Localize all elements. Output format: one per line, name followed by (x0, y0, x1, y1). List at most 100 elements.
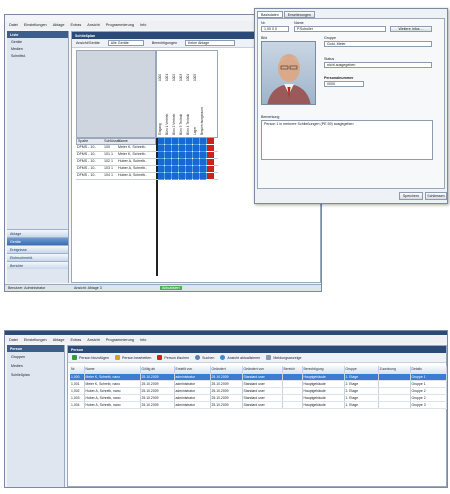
search-button[interactable]: Suchen (195, 355, 214, 360)
tab-erweiterungen[interactable]: Erweiterungen (283, 11, 315, 18)
sidebar-header: Person (7, 345, 64, 352)
messages-button[interactable]: Meldungsanzeige (266, 355, 301, 360)
col-head-eingang: Eingang (158, 123, 162, 135)
menu-datei[interactable]: Datei (9, 338, 18, 342)
message-icon (266, 355, 272, 360)
close-button[interactable]: Schliessen (425, 192, 447, 200)
col-header-schluessel: Schlüssel (104, 139, 120, 143)
refresh-button[interactable]: Ansicht aktualisieren (220, 355, 260, 360)
nav-ablage[interactable]: Ablage (7, 229, 68, 237)
add-person-button[interactable]: Person hinzufügen (72, 355, 109, 360)
col-head-1004: 1004 (186, 73, 190, 81)
menu-ansicht[interactable]: Ansicht (87, 338, 99, 342)
table-row[interactable]: 1,000 Meier K, Schreib, nano 25.10.2009 adm… (70, 373, 447, 381)
bottom-menubar: Datei Einstellungen Ablage Extras Ansich… (5, 336, 447, 343)
nr-label: Nr. (261, 21, 266, 25)
menu-info[interactable]: Info (140, 338, 146, 342)
view-label: Ansicht/Geräte (76, 41, 100, 45)
permission-label: Berechtigungen (151, 41, 177, 45)
person-photo-portrait (267, 54, 311, 104)
nav-berichte[interactable]: Berichte (7, 261, 68, 269)
edit-person-button[interactable]: Person bearbeiten (114, 355, 151, 360)
col-head-buero2: Büro 2 Vertrieb (172, 113, 176, 135)
menu-datei[interactable]: Datei (9, 23, 18, 27)
nav-einbruchmeldung[interactable]: Einbruchmeld. (7, 253, 68, 261)
sidebar-item-gruppen[interactable]: Gruppen (7, 352, 64, 361)
col-berechtigung[interactable]: Berechtigung (302, 366, 345, 374)
menu-einstellungen[interactable]: Einstellungen (24, 23, 47, 27)
bottom-main: Person Person hinzufügen Person bearbeit… (67, 345, 447, 487)
sidebar-item-medien[interactable]: Medien (7, 45, 68, 52)
menu-programmierung[interactable]: Programmierung (106, 23, 134, 27)
permission-cells[interactable] (158, 138, 214, 180)
permission-select[interactable]: Keine Ablage (184, 40, 235, 46)
col-name[interactable]: Name (84, 366, 141, 374)
notes-label: Bemerkung (261, 115, 280, 119)
col-details[interactable]: Details (410, 366, 447, 374)
col-head-1005: 1005 (193, 73, 197, 81)
name-label: Name (294, 21, 304, 25)
delete-person-button[interactable]: Person löschen (157, 355, 189, 360)
person-photo[interactable] (261, 41, 316, 105)
bild-label: Bild (261, 36, 267, 40)
table-row[interactable]: 1,004 Huber A, Schreib, nano 25.10.2009 adm… (70, 401, 447, 409)
col-head-buero4: Büro 4 Technik (186, 113, 190, 135)
delete-icon (157, 355, 163, 360)
tab-basisdaten[interactable]: Basisdaten (257, 11, 283, 18)
col-zuordnung[interactable]: Zuordnung (378, 366, 411, 374)
menu-ansicht[interactable]: Ansicht (87, 23, 99, 27)
sidebar-item-geraete[interactable]: Geräte (7, 38, 68, 45)
col-bereich[interactable]: Bereich (282, 366, 303, 374)
menu-extras[interactable]: Extras (71, 23, 82, 27)
col-head-lager: Lager (193, 126, 197, 135)
sidebar-item-schnittstellen[interactable]: Schnittst. (7, 52, 68, 59)
table-row[interactable]: 1,003 Huber A, Schreib, nano 25.10.2009 adm… (70, 394, 447, 402)
more-info-button[interactable]: Weitere Infos ... (390, 26, 432, 32)
col-erstellt-von[interactable]: Erstellt von (174, 366, 211, 374)
pin-field[interactable]: 0000 (324, 81, 364, 87)
menu-programmierung[interactable]: Programmierung (106, 338, 134, 342)
name-field[interactable]: P.Schuller (294, 26, 386, 32)
menu-extras[interactable]: Extras (71, 338, 82, 342)
col-head-1003: 1003 (179, 73, 183, 81)
table-row[interactable]: 1,001 Meier K, Schreib, nano 25.10.2009 adm… (70, 380, 447, 388)
sidebar-header: Liste (7, 31, 68, 38)
col-head-1001: 1001 (165, 73, 169, 81)
menu-ablage[interactable]: Ablage (53, 338, 65, 342)
col-head-besprechung: Besprechungsraum (200, 107, 204, 135)
col-geaendert[interactable]: Geändert (210, 366, 243, 374)
pencil-icon (114, 355, 120, 360)
search-icon (195, 355, 201, 360)
save-button[interactable]: Speichern (399, 192, 423, 200)
group-label: Gruppe (324, 36, 336, 40)
nav-geraete[interactable]: Geräte (7, 237, 68, 245)
page-title: Person (68, 346, 446, 353)
col-head-1002: 1002 (172, 73, 176, 81)
table-row[interactable]: 1,002 Huber A, Schreib, nano 25.10.2009 adm… (70, 387, 447, 395)
nr-field[interactable]: 1,00 0 0 (261, 26, 289, 32)
nav-ereignisse[interactable]: Ereignisse (7, 245, 68, 253)
status-label: Status (324, 57, 335, 61)
notes-textarea[interactable]: Person 1 in mehrere Schließungen (PE 59)… (261, 120, 433, 160)
bottom-app-window: Datei Einstellungen Ablage Extras Ansich… (4, 330, 448, 488)
view-select[interactable]: Alle Geräte (107, 40, 144, 46)
person-dialog: Basisdaten Erweiterungen Nr. 1,00 0 0 Na… (254, 8, 448, 204)
status-select[interactable]: nicht ausgegeben (324, 62, 432, 68)
person-table: Nr. Name Gültig ab Erstellt von Geändert… (70, 366, 447, 409)
sidebar-item-medien[interactable]: Medien (7, 361, 64, 370)
pin-label: Personalnummer (324, 76, 354, 80)
menu-ablage[interactable]: Ablage (53, 23, 65, 27)
group-select[interactable]: Gold, Meier (324, 41, 432, 47)
sidebar-item-schliessplan[interactable]: Schließplan (7, 370, 64, 379)
col-geaendert-von[interactable]: Geändert von (242, 366, 283, 374)
plus-icon (72, 355, 77, 360)
warning-cells[interactable] (207, 138, 214, 180)
col-nr[interactable]: Nr. (70, 366, 85, 374)
status-user: Benutzer: Administrator (8, 286, 46, 290)
menu-info[interactable]: Info (140, 23, 146, 27)
col-head-buero3: Büro 3 Technik (179, 113, 183, 135)
menu-einstellungen[interactable]: Einstellungen (24, 338, 47, 342)
col-header-spalte: Spalte (78, 139, 89, 143)
col-gueltig-ab[interactable]: Gültig ab (140, 366, 175, 374)
col-gruppe[interactable]: Gruppe (344, 366, 379, 374)
